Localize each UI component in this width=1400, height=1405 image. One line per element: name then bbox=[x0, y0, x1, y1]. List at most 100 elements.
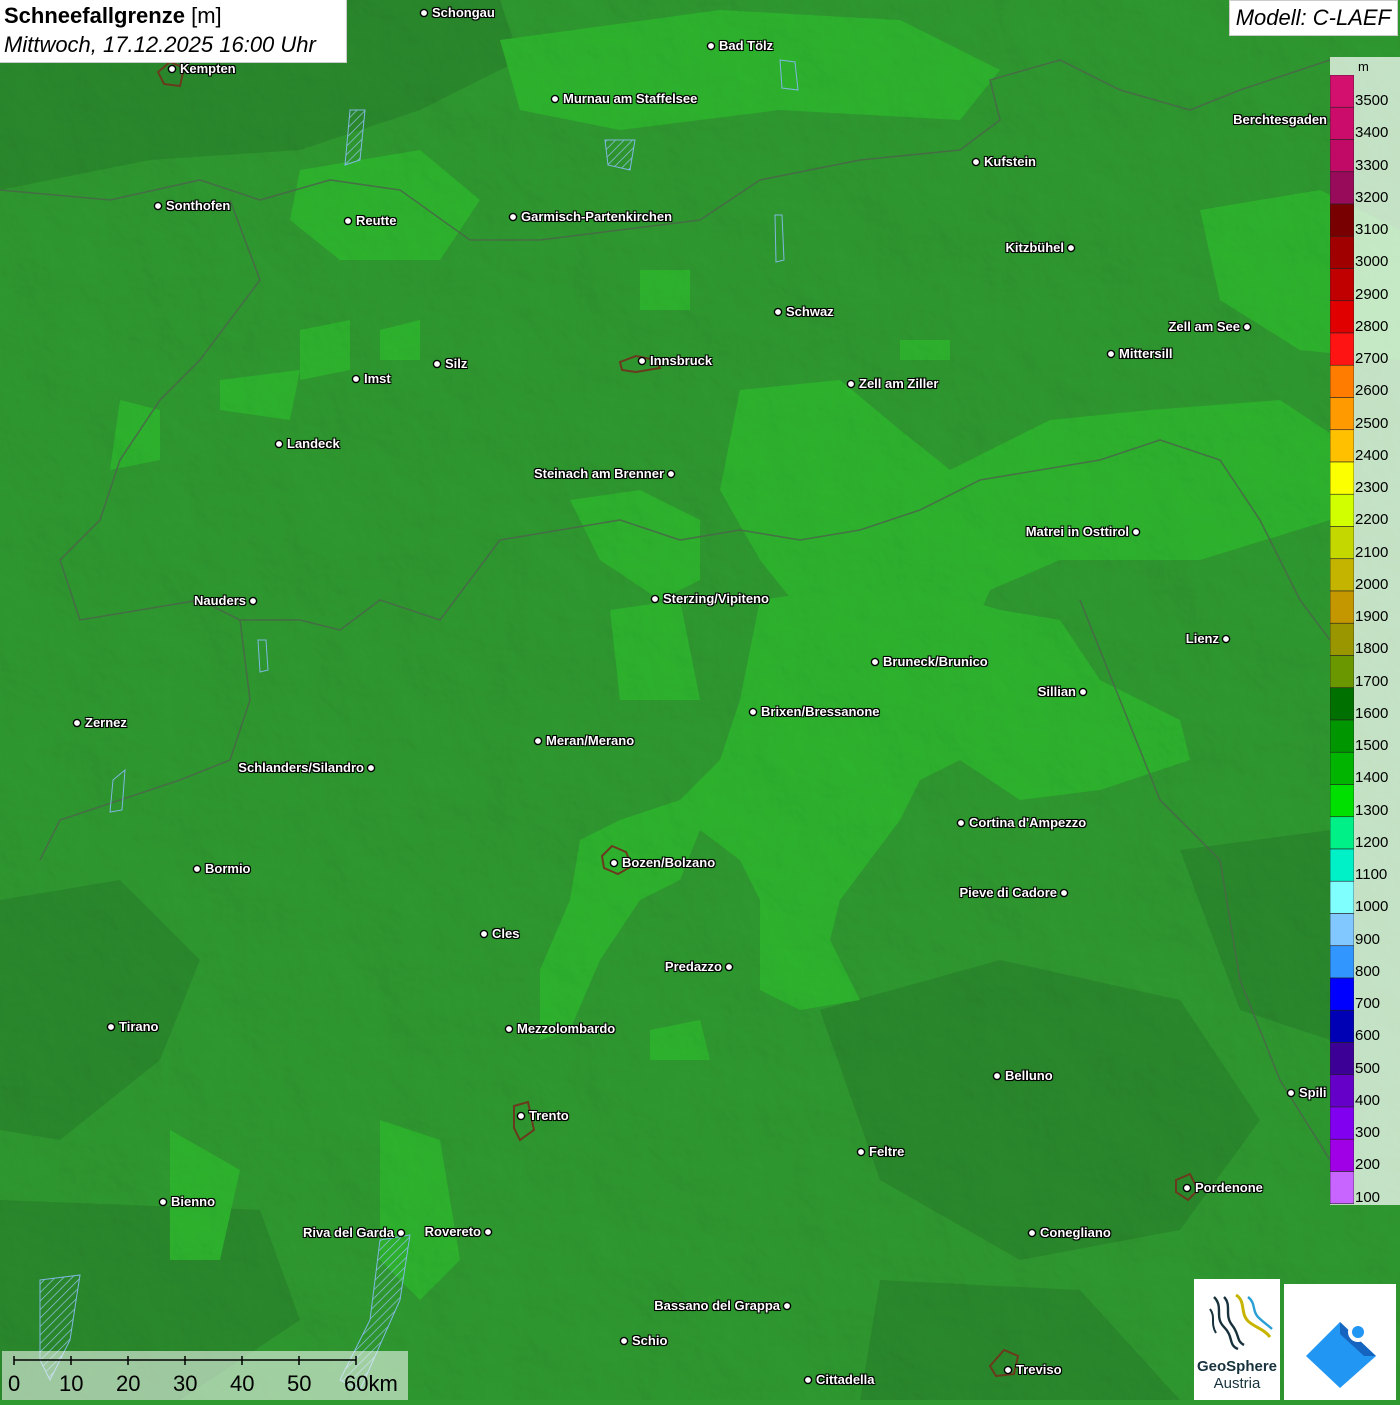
city-label-cittadella: Cittadella bbox=[816, 1372, 875, 1387]
legend-swatch-100 bbox=[1330, 1171, 1354, 1205]
legend-label-2200: 2200 bbox=[1355, 511, 1389, 529]
city-label-mittersill: Mittersill bbox=[1119, 346, 1173, 361]
city-label-kufstein: Kufstein bbox=[984, 154, 1036, 169]
city-label-bormio: Bormio bbox=[205, 861, 251, 876]
scale-bar: 0 10 20 30 40 50 60km bbox=[2, 1351, 408, 1400]
city-marker-riva-del-garda bbox=[396, 1228, 406, 1238]
city-label-zell-am-see: Zell am See bbox=[1168, 319, 1240, 334]
city-marker-garmisch-partenkirchen bbox=[508, 212, 518, 222]
city-label-sonthofen: Sonthofen bbox=[166, 198, 231, 213]
legend-swatch-1000 bbox=[1330, 880, 1354, 914]
legend-label-800: 800 bbox=[1355, 962, 1381, 980]
city-label-bozen-bolzano: Bozen/Bolzano bbox=[622, 855, 716, 870]
parameter-unit: [m] bbox=[191, 3, 222, 28]
city-label-cles: Cles bbox=[492, 926, 520, 941]
city-label-mezzolombardo: Mezzolombardo bbox=[517, 1021, 616, 1036]
city-marker-cles bbox=[479, 929, 489, 939]
city-label-sterzing-vipiteno: Sterzing/Vipiteno bbox=[663, 591, 769, 606]
city-marker-trento bbox=[516, 1111, 526, 1121]
city-label-rovereto: Rovereto bbox=[424, 1224, 481, 1239]
city-marker-bad-t-lz bbox=[706, 41, 716, 51]
legend-label-2700: 2700 bbox=[1355, 350, 1389, 367]
legend-swatch-2700 bbox=[1330, 332, 1354, 366]
legend-label-3500: 3500 bbox=[1355, 92, 1389, 109]
city-marker-murnau-am-staffelsee bbox=[550, 94, 560, 104]
legend-label-700: 700 bbox=[1355, 995, 1381, 1012]
legend-swatch-2600 bbox=[1330, 364, 1354, 398]
legend-swatch-1500 bbox=[1330, 719, 1354, 753]
legend-swatch-900 bbox=[1330, 913, 1354, 947]
city-marker-mittersill bbox=[1106, 349, 1116, 359]
city-marker-tirano bbox=[106, 1022, 116, 1032]
legend-colorbar bbox=[1330, 75, 1354, 1205]
geosphere-austria-logo: GeoSphere Austria bbox=[1194, 1279, 1280, 1400]
city-label-trento: Trento bbox=[529, 1108, 569, 1123]
city-marker-landeck bbox=[274, 439, 284, 449]
legend-swatch-700 bbox=[1330, 977, 1354, 1011]
legend-swatch-1800 bbox=[1330, 622, 1354, 656]
city-marker-schongau bbox=[419, 8, 429, 18]
legend-label-3000: 3000 bbox=[1355, 253, 1389, 271]
city-marker-meran-merano bbox=[533, 736, 543, 746]
city-marker-bienno bbox=[158, 1197, 168, 1207]
city-label-silz: Silz bbox=[445, 356, 468, 371]
city-marker-brixen-bressanone bbox=[748, 707, 758, 717]
city-marker-belluno bbox=[992, 1071, 1002, 1081]
legend-label-1200: 1200 bbox=[1355, 833, 1389, 851]
city-label-schongau: Schongau bbox=[432, 5, 495, 20]
scale-label: 0 bbox=[8, 1371, 21, 1396]
legend-label-1700: 1700 bbox=[1355, 672, 1389, 690]
geosphere-name: GeoSphere bbox=[1196, 1358, 1278, 1375]
legend-swatch-3300 bbox=[1330, 139, 1354, 173]
city-label-zernez: Zernez bbox=[85, 715, 127, 730]
legend-label-2500: 2500 bbox=[1355, 414, 1389, 432]
city-label-murnau-am-staffelsee: Murnau am Staffelsee bbox=[563, 91, 698, 106]
city-marker-kempten bbox=[167, 64, 177, 74]
legend-label-2000: 2000 bbox=[1355, 575, 1389, 593]
city-marker-imst bbox=[351, 374, 361, 384]
city-label-imst: Imst bbox=[364, 371, 391, 386]
city-label-riva-del-garda: Riva del Garda bbox=[302, 1225, 394, 1240]
scale-label: 10 bbox=[59, 1371, 84, 1396]
city-marker-zell-am-ziller bbox=[846, 379, 856, 389]
city-marker-rovereto bbox=[483, 1227, 493, 1237]
city-label-kitzb-hel: Kitzbühel bbox=[1005, 240, 1065, 255]
legend-swatch-400 bbox=[1330, 1074, 1354, 1108]
city-label-schwaz: Schwaz bbox=[786, 304, 834, 319]
legend-label-1800: 1800 bbox=[1355, 640, 1389, 658]
legend-label-300: 300 bbox=[1355, 1124, 1381, 1141]
legend-swatch-1700 bbox=[1330, 655, 1354, 689]
legend-swatch-2500 bbox=[1330, 397, 1354, 431]
city-label-schio: Schio bbox=[632, 1333, 668, 1348]
city-marker-sterzing-vipiteno bbox=[650, 594, 660, 604]
geosphere-subtitle: Austria bbox=[1213, 1375, 1261, 1392]
legend-swatch-1100 bbox=[1330, 848, 1354, 882]
legend-label-600: 600 bbox=[1355, 1027, 1381, 1045]
color-legend: m 3500 3400 3300 3200 3100 3000 2900 2800 2700 26… bbox=[1330, 57, 1400, 1206]
legend-label-500: 500 bbox=[1355, 1059, 1381, 1077]
city-label-nauders: Nauders bbox=[193, 593, 246, 608]
legend-swatch-2800 bbox=[1330, 300, 1354, 334]
legend-label-1600: 1600 bbox=[1355, 704, 1389, 722]
city-marker-nauders bbox=[248, 596, 258, 606]
city-label-pordenone: Pordenone bbox=[1195, 1180, 1263, 1195]
legend-swatch-1600 bbox=[1330, 687, 1354, 721]
city-label-conegliano: Conegliano bbox=[1040, 1225, 1111, 1240]
city-label-landeck: Landeck bbox=[287, 436, 340, 451]
city-label-bassano-del-grappa: Bassano del Grappa bbox=[654, 1298, 780, 1313]
scale-label: 30 bbox=[173, 1371, 198, 1396]
city-marker-sillian bbox=[1078, 687, 1088, 697]
legend-label-200: 200 bbox=[1355, 1156, 1381, 1174]
legend-swatch-3200 bbox=[1330, 171, 1354, 205]
city-marker-bormio bbox=[192, 864, 202, 874]
city-marker-cortina-d-ampezzo bbox=[956, 818, 966, 828]
city-marker-conegliano bbox=[1027, 1228, 1037, 1238]
city-marker-matrei-in-osttirol bbox=[1131, 527, 1141, 537]
legend-swatch-3500 bbox=[1330, 75, 1354, 108]
forecast-datetime: Mittwoch, 17.12.2025 16:00 Uhr bbox=[4, 32, 316, 57]
city-marker-treviso bbox=[1003, 1365, 1013, 1375]
legend-label-1100: 1100 bbox=[1355, 866, 1388, 883]
legend-label-1300: 1300 bbox=[1355, 801, 1389, 819]
city-marker-silz bbox=[432, 359, 442, 369]
city-marker-innsbruck bbox=[637, 356, 647, 366]
